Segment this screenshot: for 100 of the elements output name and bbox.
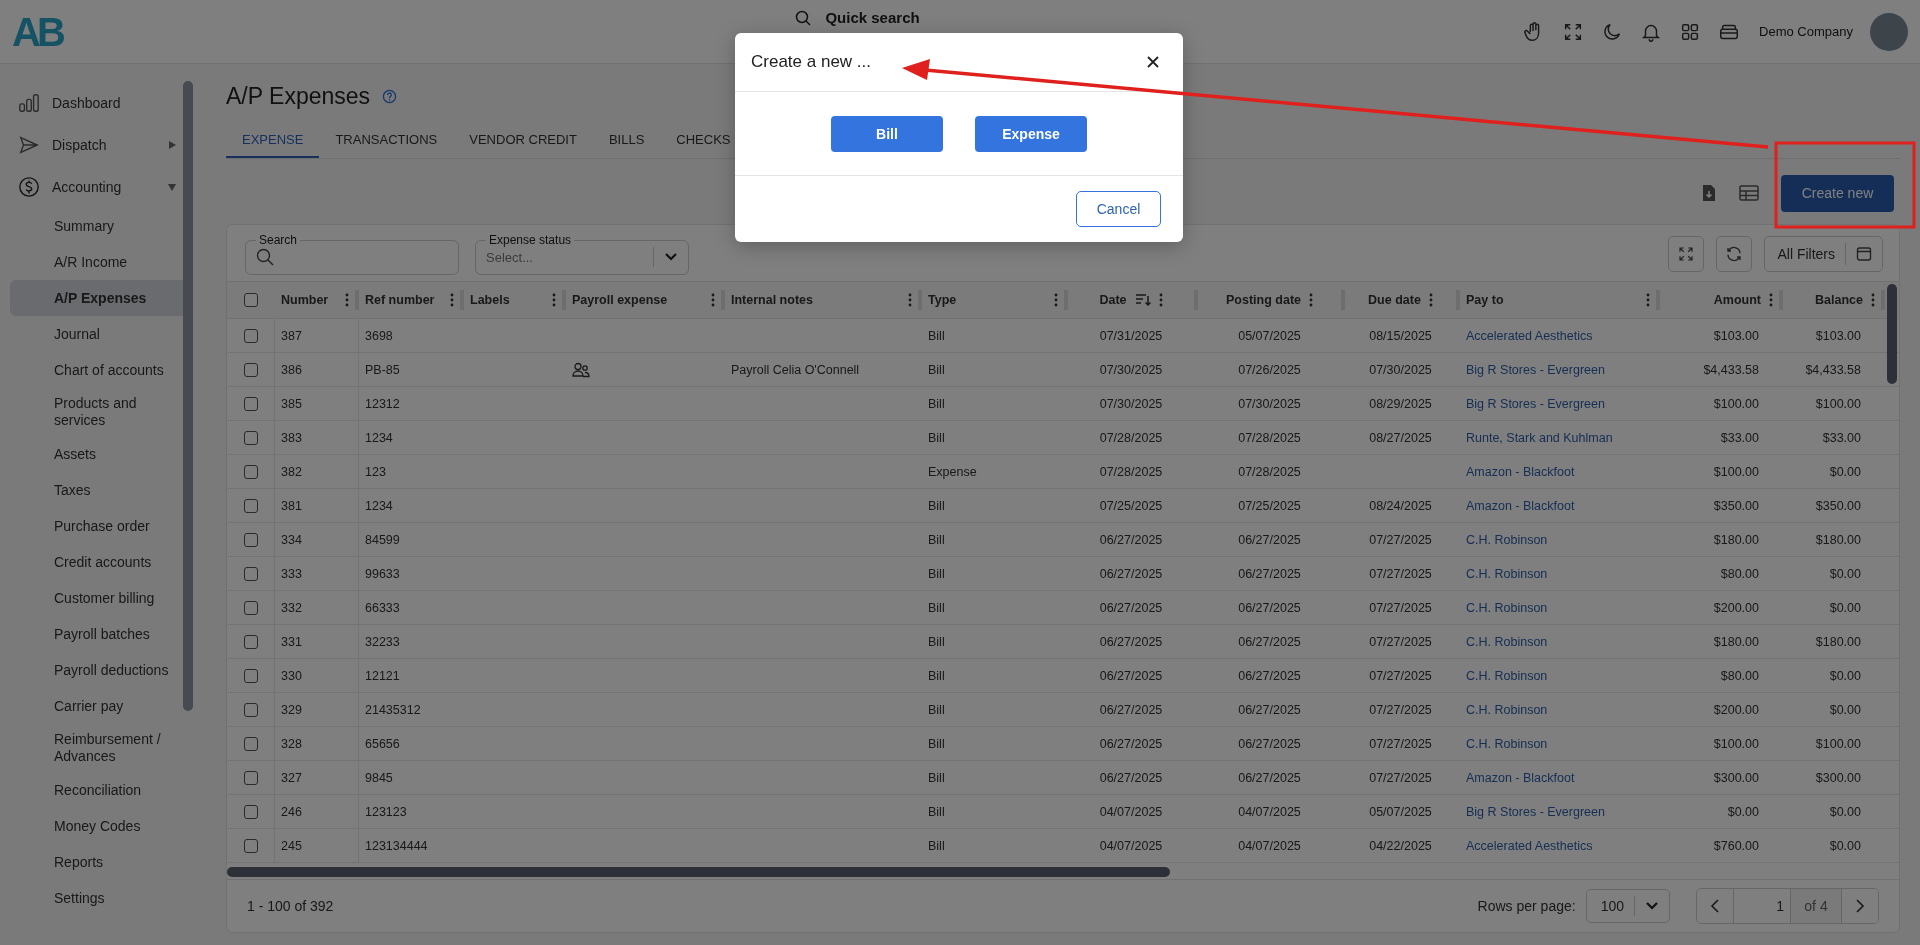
sidebar-item[interactable]: Reports bbox=[10, 844, 190, 880]
vendor-link[interactable]: Amazon - Blackfoot bbox=[1466, 770, 1575, 785]
horizontal-scrollbar[interactable] bbox=[227, 867, 1170, 877]
column-header[interactable]: Payroll expense bbox=[566, 282, 725, 318]
vendor-link[interactable]: C.H. Robinson bbox=[1466, 702, 1548, 717]
page-title: A/P Expenses bbox=[226, 82, 371, 110]
column-menu-icon[interactable] bbox=[711, 293, 715, 307]
table-cell: Bill bbox=[928, 838, 945, 853]
row-checkbox[interactable] bbox=[243, 532, 258, 547]
column-menu-icon[interactable] bbox=[345, 293, 349, 307]
sidebar-item[interactable]: Money Codes bbox=[10, 808, 190, 844]
row-checkbox[interactable] bbox=[243, 668, 258, 683]
option-button[interactable]: Expense bbox=[975, 115, 1087, 152]
sidebar-item[interactable]: Reconciliation bbox=[10, 772, 190, 808]
select-all-checkbox[interactable] bbox=[244, 293, 258, 307]
table-cell: 06/27/2025 bbox=[1099, 532, 1163, 547]
column-header[interactable]: Type bbox=[922, 282, 1068, 318]
row-checkbox[interactable] bbox=[243, 634, 258, 649]
row-checkbox[interactable] bbox=[243, 770, 258, 785]
vendor-link[interactable]: C.H. Robinson bbox=[1466, 668, 1548, 683]
row-checkbox[interactable] bbox=[243, 566, 258, 581]
row-checkbox[interactable] bbox=[243, 600, 258, 615]
row-checkbox[interactable] bbox=[243, 362, 258, 377]
logo[interactable]: AB bbox=[12, 11, 92, 52]
column-menu-icon[interactable] bbox=[1769, 293, 1773, 307]
row-checkbox[interactable] bbox=[243, 328, 258, 343]
vendor-link[interactable]: C.H. Robinson bbox=[1466, 566, 1548, 581]
column-menu-icon[interactable] bbox=[1054, 293, 1058, 307]
table-icon[interactable] bbox=[1739, 185, 1759, 201]
column-menu-icon[interactable] bbox=[450, 293, 454, 307]
row-checkbox[interactable] bbox=[243, 396, 258, 411]
help-icon[interactable] bbox=[382, 88, 398, 104]
create-new-button[interactable]: Create new bbox=[1781, 174, 1894, 212]
vendor-link[interactable]: Accelerated Aesthetics bbox=[1466, 838, 1593, 853]
column-menu-icon[interactable] bbox=[1646, 293, 1650, 307]
column-menu-icon[interactable] bbox=[552, 293, 556, 307]
table-cell: 07/28/2025 bbox=[1099, 464, 1163, 479]
tab[interactable]: TRANSACTIONS bbox=[319, 122, 454, 158]
option-button[interactable]: Bill bbox=[831, 115, 943, 152]
column-header[interactable]: Labels bbox=[464, 282, 566, 318]
row-checkbox[interactable] bbox=[243, 464, 258, 479]
sidebar-item[interactable]: Dashboard bbox=[10, 82, 185, 124]
sidebar-item[interactable]: Accounting bbox=[10, 166, 185, 208]
fullscreen-button[interactable] bbox=[1668, 236, 1705, 272]
refresh-button[interactable] bbox=[1716, 236, 1753, 272]
vendor-link[interactable]: Amazon - Blackfoot bbox=[1466, 498, 1575, 513]
vendor-link[interactable]: C.H. Robinson bbox=[1466, 600, 1548, 615]
table-cell: 07/27/2025 bbox=[1369, 600, 1432, 615]
vendor-link[interactable]: Big R Stores - Evergreen bbox=[1466, 362, 1605, 377]
vendor-link[interactable]: Runte, Stark and Kuhlman bbox=[1466, 430, 1613, 445]
row-checkbox[interactable] bbox=[243, 804, 258, 819]
column-header[interactable]: Amount bbox=[1660, 282, 1783, 318]
row-checkbox[interactable] bbox=[243, 736, 258, 751]
quick-search-field[interactable]: Quick search bbox=[825, 9, 920, 26]
sidebar-item[interactable]: Dispatch bbox=[10, 124, 185, 166]
table-cell: 381 bbox=[281, 498, 302, 513]
vendor-link[interactable]: Big R Stores - Evergreen bbox=[1466, 804, 1605, 819]
sidebar-item[interactable]: Reimbursement / Advances bbox=[10, 724, 190, 772]
tab[interactable]: EXPENSE bbox=[226, 122, 320, 158]
file-download-icon[interactable] bbox=[1701, 184, 1717, 202]
tab[interactable]: VENDOR CREDIT bbox=[453, 122, 593, 158]
row-checkbox[interactable] bbox=[243, 838, 258, 853]
column-header[interactable]: Posting date bbox=[1198, 282, 1345, 318]
column-header[interactable]: Balance bbox=[1783, 282, 1885, 318]
vendor-link[interactable]: Amazon - Blackfoot bbox=[1466, 464, 1575, 479]
vendor-link[interactable]: Accelerated Aesthetics bbox=[1466, 328, 1593, 343]
tab[interactable]: BILLS bbox=[592, 122, 661, 158]
column-header[interactable]: Date bbox=[1068, 282, 1198, 318]
refresh-icon bbox=[1725, 245, 1744, 263]
column-menu-icon[interactable] bbox=[1309, 293, 1313, 307]
row-checkbox[interactable] bbox=[243, 498, 258, 513]
vendor-link[interactable]: C.H. Robinson bbox=[1466, 634, 1548, 649]
rows-per-page-select[interactable]: 100 bbox=[1585, 889, 1670, 923]
table-cell: Bill bbox=[928, 668, 945, 683]
vendor-link[interactable]: C.H. Robinson bbox=[1466, 532, 1548, 547]
people-icon bbox=[572, 361, 590, 378]
row-checkbox[interactable] bbox=[243, 702, 258, 717]
modal-backdrop[interactable] bbox=[0, 0, 1920, 945]
record-range: 1 - 100 of 392 bbox=[247, 898, 334, 914]
sidebar-item[interactable]: Settings bbox=[10, 880, 190, 916]
vendor-link[interactable]: Big R Stores - Evergreen bbox=[1466, 396, 1605, 411]
column-header[interactable]: Internal notes bbox=[725, 282, 922, 318]
column-header[interactable]: Due date bbox=[1345, 282, 1460, 318]
sort-icon[interactable] bbox=[1134, 293, 1151, 307]
vendor-link[interactable]: C.H. Robinson bbox=[1466, 736, 1548, 751]
scrollbar[interactable] bbox=[183, 81, 193, 711]
column-header[interactable]: Ref number bbox=[359, 282, 464, 318]
column-menu-icon[interactable] bbox=[1158, 293, 1163, 307]
column-menu-icon[interactable] bbox=[908, 293, 912, 307]
column-menu-icon[interactable] bbox=[1871, 293, 1875, 307]
cancel-button[interactable]: Cancel bbox=[1076, 191, 1161, 227]
row-checkbox[interactable] bbox=[243, 430, 258, 445]
column-header[interactable]: Pay to bbox=[1460, 282, 1660, 318]
avatar[interactable] bbox=[1870, 12, 1908, 51]
table-cell: Bill bbox=[928, 430, 945, 445]
company-name[interactable]: Demo Company bbox=[1759, 24, 1853, 39]
all-filters-button[interactable]: All Filters bbox=[1764, 236, 1883, 272]
column-menu-icon[interactable] bbox=[1428, 293, 1433, 307]
vertical-scrollbar[interactable] bbox=[1887, 284, 1897, 384]
column-header[interactable]: Number bbox=[275, 282, 359, 318]
